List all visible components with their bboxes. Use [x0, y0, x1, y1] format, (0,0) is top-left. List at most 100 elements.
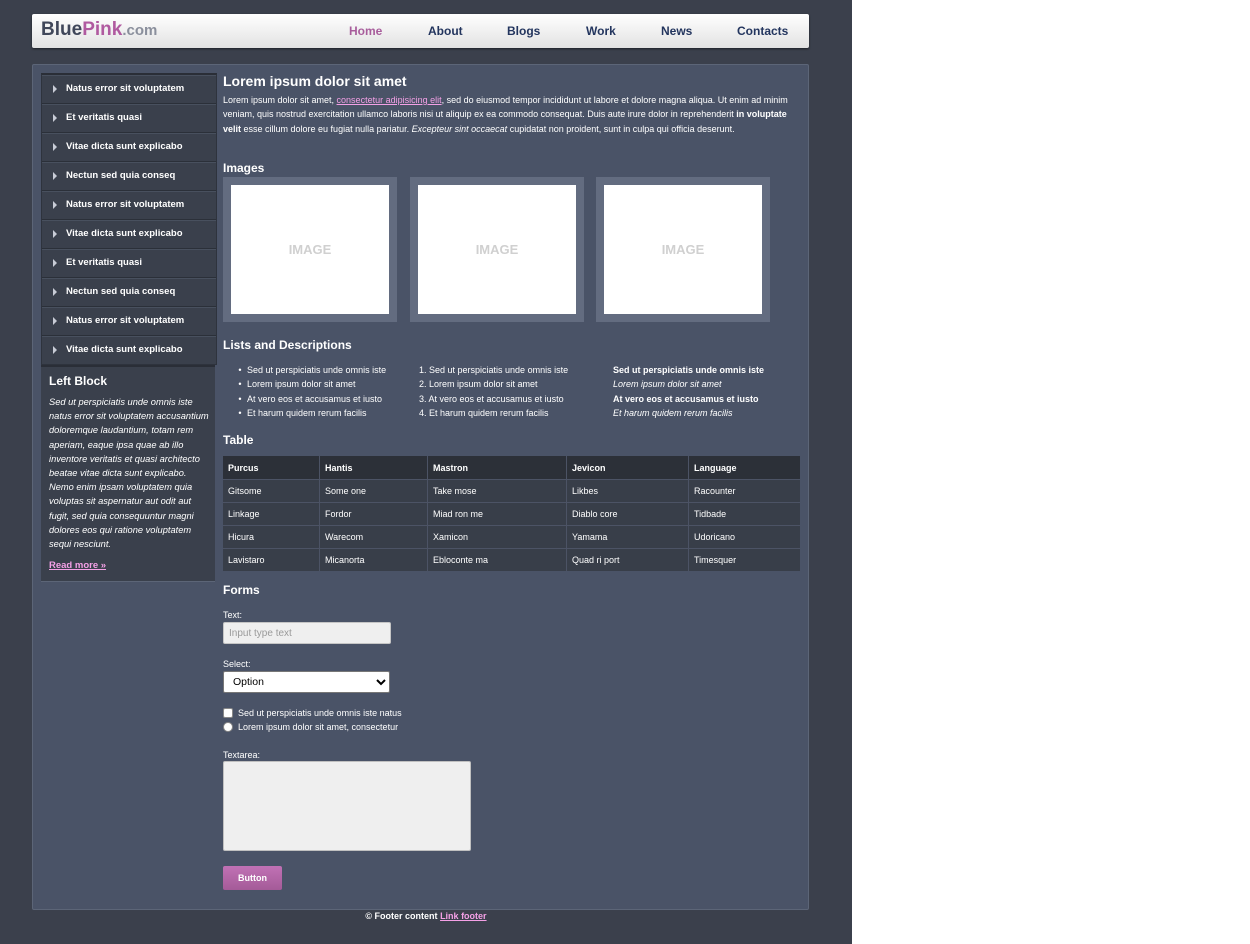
image-placeholder: IMAGE — [604, 185, 762, 314]
text-field-label: Text: — [223, 610, 243, 620]
submit-button[interactable]: Button — [223, 866, 282, 890]
intro-link[interactable]: consectetur adipisicing elit — [337, 95, 442, 105]
lists-heading: Lists and Descriptions — [223, 338, 352, 352]
table-header-cell: Mastron — [427, 456, 567, 480]
nav-contacts[interactable]: Contacts — [737, 24, 788, 38]
table-cell: Likbes — [566, 479, 689, 503]
arrow-right-icon — [53, 143, 57, 151]
sidebar-item[interactable]: Vitae dicta sunt explicabo — [42, 336, 216, 364]
list-item: Et harum quidem rerum facilis — [233, 406, 386, 420]
header-bar: BluePink.com Home About Blogs Work News … — [32, 14, 809, 48]
nav-news[interactable]: News — [661, 24, 692, 38]
radio-label: Lorem ipsum dolor sit amet, consectetur — [238, 722, 399, 732]
table-cell: Hicura — [223, 525, 320, 549]
text-input[interactable] — [223, 622, 391, 644]
list-item: At vero eos et accusamus et iusto — [233, 392, 386, 406]
table-cell: Yamama — [566, 525, 689, 549]
footer-link[interactable]: Link footer — [440, 911, 487, 921]
sidebar-item-label: Natus error sit voluptatem — [66, 199, 185, 210]
sidebar-item-label: Nectun sed quia conseq — [66, 170, 176, 181]
arrow-right-icon — [53, 259, 57, 267]
table-cell: Xamicon — [427, 525, 567, 549]
table-cell: Miad ron me — [427, 502, 567, 526]
image-placeholder: IMAGE — [231, 185, 389, 314]
intro-text: cupidatat non proident, sunt in culpa qu… — [507, 123, 735, 134]
textarea-label: Textarea: — [223, 750, 261, 760]
table-cell: Linkage — [223, 502, 320, 526]
image-placeholder-label: IMAGE — [475, 242, 519, 257]
unordered-list: Sed ut perspiciatis unde omnis iste Lore… — [233, 363, 386, 420]
nav-about[interactable]: About — [428, 24, 463, 38]
intro-text: Lorem ipsum dolor sit amet, — [223, 95, 337, 105]
checkbox-label: Sed ut perspiciatis unde omnis iste natu… — [238, 708, 402, 718]
page-background: BluePink.com Home About Blogs Work News … — [0, 0, 852, 944]
left-block: Left Block Sed ut perspiciatis unde omni… — [41, 365, 215, 582]
sidebar-item[interactable]: Et veritatis quasi — [42, 104, 216, 133]
sidebar-menu: Natus error sit voluptatem Et veritatis … — [41, 73, 217, 365]
sidebar-item-label: Et veritatis quasi — [66, 112, 143, 123]
sidebar-item-label: Natus error sit voluptatem — [66, 83, 185, 94]
sidebar-item[interactable]: Vitae dicta sunt explicabo — [42, 133, 216, 162]
sidebar-item-label: Et veritatis quasi — [66, 257, 143, 268]
images-heading: Images — [223, 161, 265, 175]
nav-work[interactable]: Work — [586, 24, 616, 38]
select-label: Select: — [223, 659, 251, 669]
arrow-right-icon — [53, 230, 57, 238]
intro-text: esse cillum dolore eu fugiat nulla paria… — [241, 123, 412, 134]
sidebar-item[interactable]: Natus error sit voluptatem — [42, 307, 216, 336]
description-term: At vero eos et accusamus et iusto — [613, 393, 759, 404]
nav-blogs[interactable]: Blogs — [507, 24, 540, 38]
description-term: Sed ut perspiciatis unde omnis iste — [613, 365, 765, 375]
arrow-right-icon — [53, 346, 57, 354]
image-frame: IMAGE — [410, 177, 584, 322]
table-cell: Take mose — [427, 479, 567, 503]
table-cell: Quad ri port — [566, 548, 689, 571]
sidebar-item[interactable]: Et veritatis quasi — [42, 249, 216, 278]
sidebar-item-label: Vitae dicta sunt explicabo — [66, 228, 183, 239]
table-header-cell: Hantis — [319, 456, 428, 480]
read-more-link[interactable]: Read more » — [49, 560, 106, 571]
table-row: Gitsome Some one Take mose Likbes Racoun… — [223, 479, 800, 503]
list-item: 2. Lorem ipsum dolor sit amet — [419, 379, 538, 390]
image-frame: IMAGE — [596, 177, 770, 322]
sidebar-item-label: Vitae dicta sunt explicabo — [66, 141, 183, 152]
nav-home[interactable]: Home — [349, 24, 382, 38]
table-cell: Diablo core — [566, 502, 689, 526]
description-detail: Et harum quidem rerum facilis — [613, 407, 733, 418]
checkbox[interactable] — [223, 708, 233, 718]
sidebar-item[interactable]: Natus error sit voluptatem — [42, 75, 216, 104]
sidebar-item[interactable]: Nectun sed quia conseq — [42, 162, 216, 191]
intro-italic: Excepteur sint occaecat — [411, 123, 508, 134]
footer: © Footer content Link footer — [0, 911, 852, 921]
table-cell: Ebloconte ma — [427, 548, 567, 571]
page-title: Lorem ipsum dolor sit amet — [223, 73, 407, 89]
forms-heading: Forms — [223, 583, 260, 597]
sidebar-item-label: Vitae dicta sunt explicabo — [66, 344, 183, 355]
description-detail: Lorem ipsum dolor sit amet — [613, 379, 722, 390]
list-item: Sed ut perspiciatis unde omnis iste — [233, 363, 386, 377]
radio-button[interactable] — [223, 722, 233, 732]
table-cell: Some one — [319, 479, 428, 503]
textarea[interactable] — [223, 761, 471, 851]
image-frame: IMAGE — [223, 177, 397, 322]
table-header-row: Purcus Hantis Mastron Jevicon Language — [223, 456, 800, 480]
arrow-right-icon — [53, 317, 57, 325]
list-item: 4. Et harum quidem rerum facilis — [419, 407, 549, 418]
table-cell: Tidbade — [688, 502, 800, 526]
image-placeholder: IMAGE — [418, 185, 576, 314]
table-cell: Udoricano — [688, 525, 800, 549]
left-block-title: Left Block — [49, 374, 108, 388]
description-list: Sed ut perspiciatis unde omnis iste Lore… — [613, 363, 764, 420]
sidebar-item[interactable]: Natus error sit voluptatem — [42, 191, 216, 220]
table-cell: Gitsome — [223, 479, 320, 503]
left-block-text: Sed ut perspiciatis unde omnis iste natu… — [49, 397, 209, 550]
option-select[interactable]: Option — [223, 671, 390, 693]
arrow-right-icon — [53, 172, 57, 180]
table-header-cell: Purcus — [223, 456, 320, 480]
sidebar-item[interactable]: Vitae dicta sunt explicabo — [42, 220, 216, 249]
table-row: Hicura Warecom Xamicon Yamama Udoricano — [223, 525, 800, 549]
table-cell: Fordor — [319, 502, 428, 526]
sidebar-item[interactable]: Nectun sed quia conseq — [42, 278, 216, 307]
footer-text: © Footer content — [365, 911, 441, 921]
arrow-right-icon — [53, 85, 57, 93]
